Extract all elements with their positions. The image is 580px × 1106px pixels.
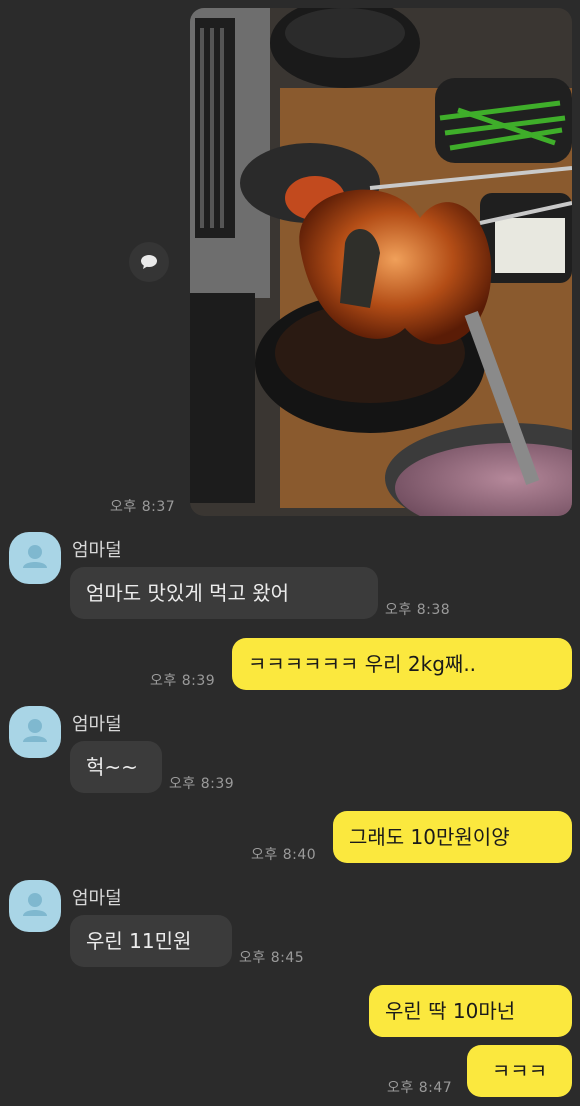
outgoing-message-bubble[interactable]: 우린 딱 10마넌 <box>369 985 572 1037</box>
food-photo-image <box>190 8 572 516</box>
sender-name: 엄마덜 <box>72 540 122 561</box>
avatar[interactable] <box>9 706 61 758</box>
timestamp: 오후 8:38 <box>385 602 451 618</box>
default-profile-icon <box>23 719 47 742</box>
share-button[interactable] <box>129 242 169 282</box>
timestamp: 오후 8:39 <box>169 776 235 792</box>
speech-bubble-icon <box>141 255 157 269</box>
incoming-message-bubble[interactable]: 헉~~ <box>70 741 162 793</box>
timestamp: 오후 8:37 <box>110 499 176 515</box>
timestamp: 오후 8:47 <box>387 1080 453 1096</box>
sender-name: 엄마덜 <box>72 714 122 735</box>
incoming-message-bubble[interactable]: 우린 11민원 <box>70 915 232 967</box>
timestamp: 오후 8:45 <box>239 950 305 966</box>
food-photo[interactable] <box>190 8 572 516</box>
timestamp: 오후 8:39 <box>150 673 216 689</box>
outgoing-message-bubble[interactable]: ㅋㅋㅋㅋㅋㅋ 우리 2kg째.. <box>232 638 572 690</box>
outgoing-message-bubble[interactable]: ㅋㅋㅋ <box>467 1045 572 1097</box>
sender-name: 엄마덜 <box>72 888 122 909</box>
default-profile-icon <box>23 893 47 916</box>
avatar[interactable] <box>9 880 61 932</box>
outgoing-message-bubble[interactable]: 그래도 10만원이양 <box>333 811 572 863</box>
avatar[interactable] <box>9 532 61 584</box>
timestamp: 오후 8:40 <box>251 847 317 863</box>
incoming-message-bubble[interactable]: 엄마도 맛있게 먹고 왔어 <box>70 567 378 619</box>
default-profile-icon <box>23 545 47 568</box>
